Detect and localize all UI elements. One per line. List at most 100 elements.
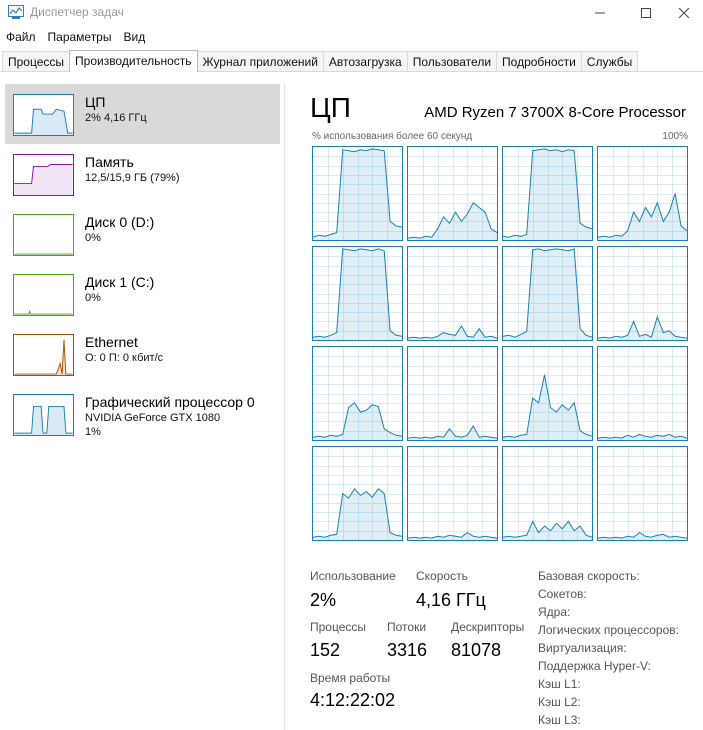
resource-item-disk-0[interactable]: Диск 0 (D:) 0% (5, 204, 280, 264)
resource-name: ЦП (85, 94, 106, 110)
tab-users[interactable]: Пользователи (406, 51, 498, 72)
processes-value: 152 (310, 640, 341, 660)
resource-item-cpu[interactable]: ЦП 2% 4,16 ГГц (5, 84, 280, 144)
virtualization-label: Виртуализация: (538, 641, 627, 655)
cpu-core-graph-16 (597, 446, 688, 541)
cpu-core-plot (408, 147, 497, 240)
resource-name: Диск 1 (C:) (85, 274, 155, 290)
resource-item-memory[interactable]: Память 12,5/15,9 ГБ (79%) (5, 144, 280, 204)
l3-cache-label: Кэш L3: (538, 713, 581, 727)
cpu-core-graph-13 (312, 446, 403, 541)
resource-sub: О: 0 П: 0 кбит/с (85, 352, 164, 364)
cpu-core-plot (408, 347, 497, 440)
tab-processes[interactable]: Процессы (2, 51, 71, 72)
cpu-core-graph-11 (502, 346, 593, 441)
cpu-core-plot (503, 447, 592, 540)
cpu-core-graph-10 (407, 346, 498, 441)
minimize-icon (595, 12, 605, 14)
close-button[interactable] (661, 0, 703, 26)
handles-label: Дескрипторы (451, 620, 525, 634)
hyper-v-support-label: Поддержка Hyper-V: (538, 659, 651, 673)
memory-thumbnail-graph (13, 154, 74, 196)
cpu-core-graph-4 (597, 146, 688, 241)
resource-sub: 0% (85, 292, 101, 304)
cpu-core-plot (408, 247, 497, 340)
resource-sub: 0% (85, 232, 101, 244)
cpu-core-plot (598, 347, 687, 440)
gpu-thumbnail-graph (13, 394, 74, 436)
menu-view[interactable]: Вид (117, 28, 151, 46)
cpu-core-plot (313, 247, 402, 340)
window-title: Диспетчер задач (30, 5, 124, 19)
cpu-core-plot (503, 247, 592, 340)
cpu-core-graph-6 (407, 246, 498, 341)
cpu-core-graph-1 (312, 146, 403, 241)
cpu-core-graph-14 (407, 446, 498, 541)
base-speed-label: Базовая скорость: (538, 569, 640, 583)
cpu-core-plot (598, 147, 687, 240)
threads-label: Потоки (387, 620, 427, 634)
speed-value: 4,16 ГГц (416, 590, 486, 610)
resource-item-disk-1[interactable]: Диск 1 (C:) 0% (5, 264, 280, 324)
cpu-core-graph-5 (312, 246, 403, 341)
page-title: ЦП (310, 92, 351, 123)
tab-services[interactable]: Службы (580, 51, 639, 72)
cpu-core-plot (598, 247, 687, 340)
cpu-usage-line (598, 315, 687, 339)
cpu-core-plot (503, 147, 592, 240)
cpu-core-graph-2 (407, 146, 498, 241)
handles-value: 81078 (451, 640, 502, 660)
resource-name: Графический процессор 0 (85, 394, 255, 410)
disk-0-thumbnail-graph (13, 214, 74, 256)
resource-sub: NVIDIA GeForce GTX 1080 (85, 412, 221, 424)
disk-1-thumbnail-graph (13, 274, 74, 316)
cpu-core-graph-3 (502, 146, 593, 241)
cpu-core-graph-9 (312, 346, 403, 441)
maximize-icon (641, 8, 651, 18)
threads-value: 3316 (387, 640, 428, 660)
tab-details[interactable]: Подробности (496, 51, 582, 72)
tab-app-history[interactable]: Журнал приложений (196, 51, 324, 72)
resource-sub: 2% 4,16 ГГц (85, 112, 147, 124)
cpu-core-plot (313, 347, 402, 440)
cpu-core-graph-12 (597, 346, 688, 441)
cpu-usage-area (313, 488, 402, 540)
tab-performance[interactable]: Производительность (69, 50, 198, 72)
cpu-core-graph-7 (502, 246, 593, 341)
menu-options[interactable]: Параметры (42, 28, 118, 46)
panel-splitter[interactable] (284, 82, 285, 730)
minimize-button[interactable] (577, 0, 623, 26)
cpu-usage-area (598, 193, 687, 240)
usage-label: Использование (310, 569, 396, 583)
cpu-core-plot (313, 147, 402, 240)
resource-name: Память (85, 154, 134, 170)
tab-strip: Процессы Производительность Журнал прило… (2, 50, 639, 72)
resource-item-ethernet[interactable]: Ethernet О: 0 П: 0 кбит/с (5, 324, 280, 384)
resource-item-gpu[interactable]: Графический процессор 0 NVIDIA GeForce G… (5, 384, 280, 444)
logical-processor-graphs (312, 146, 688, 541)
uptime-label: Время работы (310, 671, 391, 685)
cpu-core-plot (503, 347, 592, 440)
utilization-max-label: 100% (662, 131, 688, 142)
sockets-label: Сокетов: (538, 587, 587, 601)
close-icon (679, 8, 689, 18)
speed-label: Скорость (416, 569, 468, 583)
resource-sub-2: 1% (85, 426, 101, 438)
title-bar: Диспетчер задач (0, 0, 703, 26)
utilization-axis-label: % использования более 60 секунд (312, 131, 473, 142)
cpu-usage-area (598, 316, 687, 340)
tab-startup[interactable]: Автозагрузка (322, 51, 408, 72)
cpu-core-graph-8 (597, 246, 688, 341)
menu-file[interactable]: Файл (0, 28, 42, 46)
resource-name: Ethernet (85, 334, 138, 350)
l1-cache-label: Кэш L1: (538, 677, 581, 691)
resource-name: Диск 0 (D:) (85, 214, 155, 230)
task-manager-icon (8, 5, 24, 19)
cpu-core-plot (313, 447, 402, 540)
processes-label: Процессы (310, 620, 367, 634)
cpu-core-plot (408, 447, 497, 540)
usage-value: 2% (310, 590, 337, 610)
cpu-core-graph-15 (502, 446, 593, 541)
menu-bar: Файл Параметры Вид (0, 28, 151, 46)
cpu-model-name: AMD Ryzen 7 3700X 8-Core Processor (424, 104, 686, 121)
